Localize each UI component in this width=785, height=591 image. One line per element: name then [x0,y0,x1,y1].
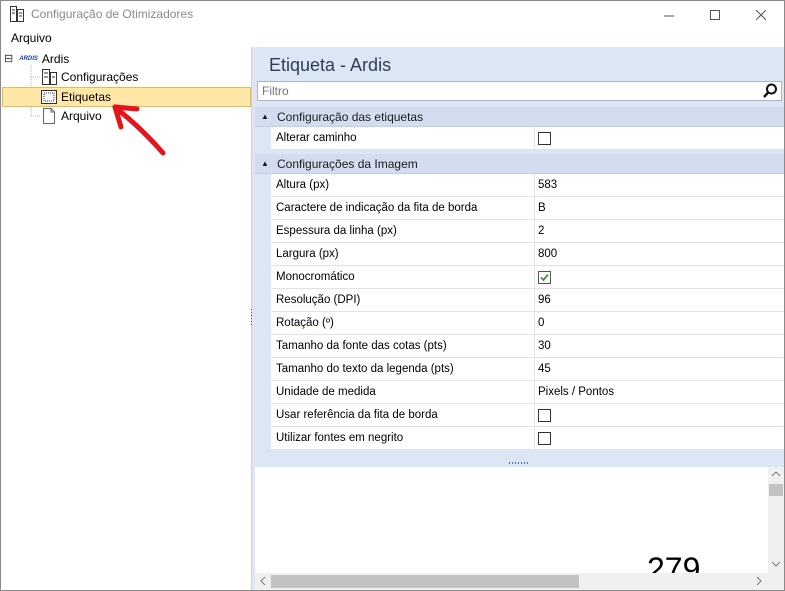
file-icon [43,108,55,124]
tree-item-label: Arquivo [61,109,102,123]
close-button[interactable] [738,1,784,29]
properties-panel: Etiqueta - Ardis ▲ Configuração das etiq… [255,47,784,590]
property-name: Tamanho do texto da legenda (pts) [271,358,535,380]
property-name: Alterar caminho [271,127,535,149]
property-name: Altura (px) [271,174,535,196]
property-value[interactable]: Pixels / Pontos [535,381,784,403]
property-name: Largura (px) [271,243,535,265]
vertical-scroll-thumb[interactable] [769,484,783,496]
property-row[interactable]: Espessura da linha (px) 2 [271,220,784,243]
search-icon[interactable] [762,83,778,99]
close-icon [755,9,766,20]
group-label: Configurações da Imagem [277,156,418,171]
tree-panel: ⊟ ARDIS Ardis Configurações Etiquetas Ar… [1,47,252,590]
menu-arquivo[interactable]: Arquivo [11,31,52,45]
property-value[interactable]: 0 [535,312,784,334]
app-icon [10,6,24,22]
property-row[interactable]: Tamanho do texto da legenda (pts) 45 [271,358,784,381]
property-name: Caractere de indicação da fita de borda [271,197,535,219]
tree-root-label: Ardis [41,52,70,66]
alterar-caminho-checkbox[interactable] [538,131,551,145]
property-row[interactable]: Usar referência da fita de borda [271,404,784,427]
property-row[interactable]: Rotação (º) 0 [271,312,784,335]
window-title: Configuração de Otimizadores [31,7,194,21]
vertical-scrollbar[interactable] [768,467,784,573]
property-value[interactable] [535,127,784,149]
splitter-grip-icon[interactable] [509,461,529,465]
property-name: Unidade de medida [271,381,535,403]
menu-bar: Arquivo [1,29,784,48]
property-row[interactable]: Unidade de medida Pixels / Pontos [271,381,784,404]
monocromatico-checkbox[interactable] [538,270,551,284]
property-name: Utilizar fontes em negrito [271,427,535,449]
property-value[interactable]: 800 [535,243,784,265]
filter-box[interactable] [257,81,782,101]
tree-item-arquivo[interactable]: Arquivo [41,107,102,125]
panel-title: Etiqueta - Ardis [269,55,392,75]
fontes-negrito-checkbox[interactable] [538,431,551,445]
property-row[interactable]: Altura (px) 583 [271,174,784,197]
property-name: Rotação (º) [271,312,535,334]
property-value[interactable]: 45 [535,358,784,380]
title-bar: Configuração de Otimizadores [1,1,784,29]
property-value[interactable]: 583 [535,174,784,196]
property-row[interactable]: Largura (px) 800 [271,243,784,266]
tree-item-label: Etiquetas [61,90,112,104]
property-row[interactable]: Resolução (DPI) 96 [271,289,784,312]
property-value[interactable]: 2 [535,220,784,242]
checkmark-icon [540,273,549,281]
minimize-button[interactable] [646,1,692,29]
usar-referencia-checkbox[interactable] [538,408,551,422]
scroll-corner [768,573,784,590]
property-grid: ▲ Configuração das etiquetas Alterar cam… [255,107,784,450]
red-arrow-annotation [112,104,166,156]
tree-item-label: Configurações [61,70,139,84]
property-value[interactable]: 96 [535,289,784,311]
property-value[interactable]: 30 [535,335,784,357]
tree-item-configuracoes[interactable]: Configurações [41,68,138,86]
horizontal-scroll-thumb[interactable] [271,575,579,588]
property-row[interactable]: Alterar caminho [271,127,784,150]
property-name: Resolução (DPI) [271,289,535,311]
property-name: Usar referência da fita de borda [271,404,535,426]
property-value[interactable] [535,427,784,449]
collapse-caret-icon[interactable]: ▲ [257,112,273,121]
property-row[interactable]: Utilizar fontes em negrito [271,427,784,450]
app-window: Configuração de Otimizadores Arquivo ⊟ A… [0,0,785,591]
property-row[interactable]: Caractere de indicação da fita de borda … [271,197,784,220]
scroll-down-icon[interactable] [772,561,780,567]
ardis-logo-icon: ARDIS [19,56,38,62]
collapse-caret-icon[interactable]: ▲ [257,159,273,168]
label-icon [41,90,57,104]
scroll-up-icon[interactable] [772,471,780,477]
property-row[interactable]: Tamanho da fonte das cotas (pts) 30 [271,335,784,358]
minimize-icon [663,15,674,16]
horizontal-scrollbar[interactable] [255,573,768,590]
filter-input[interactable] [262,83,752,99]
horizontal-splitter[interactable] [255,459,784,467]
collapse-icon[interactable]: ⊟ [4,53,13,65]
scroll-right-icon[interactable] [756,577,762,585]
group-configuracoes-imagem[interactable]: ▲ Configurações da Imagem [255,154,784,174]
property-value[interactable] [535,266,784,288]
property-value[interactable]: B [535,197,784,219]
tree-root-ardis[interactable]: ⊟ ARDIS Ardis [4,50,69,68]
property-name: Espessura da linha (px) [271,220,535,242]
settings-doc-icon [42,69,57,85]
property-row[interactable]: Monocromático [271,266,784,289]
maximize-icon [709,9,720,20]
property-name: Tamanho da fonte das cotas (pts) [271,335,535,357]
group-configuracao-etiquetas[interactable]: ▲ Configuração das etiquetas [255,107,784,127]
group-label: Configuração das etiquetas [277,109,424,124]
maximize-button[interactable] [692,1,738,29]
image-preview: 279 [255,467,784,590]
property-value[interactable] [535,404,784,426]
scroll-left-icon[interactable] [260,577,266,585]
property-name: Monocromático [271,266,535,288]
